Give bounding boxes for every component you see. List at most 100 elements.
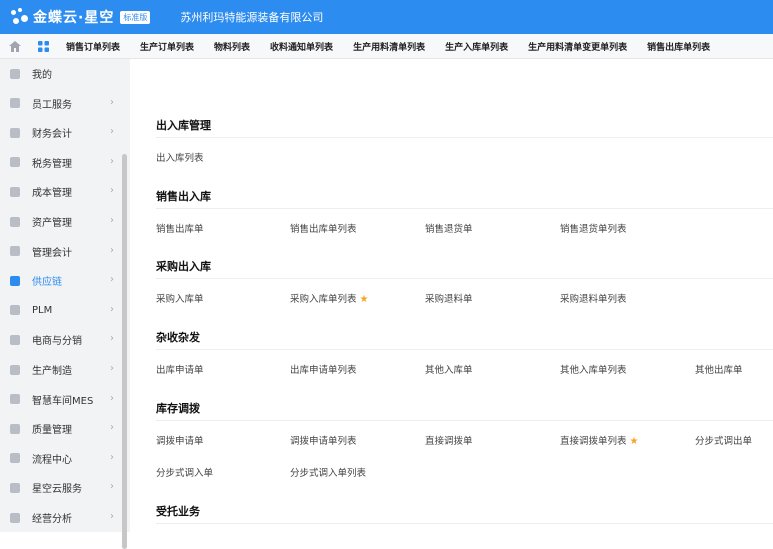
menu-link[interactable]: 出入库列表 [156,150,204,164]
sidebar-item-2[interactable]: 财务会计 › [0,118,122,147]
tab-2[interactable]: 物料列表 [204,34,260,59]
menu-link-label: 调拨申请单 [156,436,204,447]
sidebar-item-label: 流程中心 [32,454,72,466]
menu-link[interactable]: 调拨申请单 [156,433,204,447]
sidebar-item-9[interactable]: 电商与分销 › [0,325,122,354]
module-icon [10,246,20,257]
menu-link[interactable]: 分步式调出单 [695,433,752,447]
module-icon [10,127,20,138]
menu-link[interactable]: 销售退货单列表 [560,221,627,235]
menu-link[interactable]: 其他出库单 [695,362,743,376]
sidebar-item-14[interactable]: 星空云服务 › [0,473,122,502]
module-icon [10,364,20,375]
sidebar-item-10[interactable]: 生产制造 › [0,355,122,384]
menu-link-label: 分步式调入单 [156,468,214,479]
chevron-right-icon: › [110,511,114,522]
sidebar-item-7[interactable]: 供应链 › [0,266,122,295]
module-icon [10,482,20,493]
menu-link-label: 销售出库单列表 [290,224,357,235]
chevron-right-icon: › [110,392,114,404]
chevron-right-icon: › [110,333,114,345]
tab-4[interactable]: 生产用料清单列表 [343,34,435,59]
menu-link[interactable]: 出库申请单 [156,362,204,376]
top-bar: 金蝶云·星空 标准版 苏州利玛特能源装备有限公司 [0,0,773,34]
tab-0[interactable]: 销售订单列表 [56,34,130,59]
menu-link[interactable]: 直接调拨单 [425,433,473,447]
sidebar-item-label: 智慧车间MES [32,395,94,407]
menu-link-label: 其他入库单列表 [560,365,627,376]
menu-link-label: 出库申请单 [156,365,204,376]
section-title: 杂收杂发 [156,331,200,344]
brand-logo[interactable]: 金蝶云·星空 标准版 [10,7,151,27]
sidebar-item-label: 我的 [32,70,52,81]
sidebar-item-0[interactable]: 我的 [0,59,122,88]
tab-3[interactable]: 收料通知单列表 [260,34,343,59]
module-icon [10,334,20,345]
sidebar-item-label: 财务会计 [32,129,72,141]
menu-link-label: 分步式调出单 [695,436,753,447]
sidebar-item-5[interactable]: 资产管理 › [0,207,122,236]
chevron-right-icon: › [110,96,114,108]
menu-link[interactable]: 销售出库单 [156,221,204,235]
sidebar-item-label: 质量管理 [32,425,72,437]
tab-1[interactable]: 生产订单列表 [130,34,204,59]
menu-link-label: 其他入库单 [425,365,473,376]
menu-link[interactable]: 采购退料单 [425,291,473,305]
menu-link-label: 销售退货单列表 [560,224,627,235]
menu-link[interactable]: 其他入库单列表 [560,362,627,376]
sidebar-item-4[interactable]: 成本管理 › [0,177,122,206]
menu-link[interactable]: 直接调拨单列表 ★ [560,433,638,447]
chevron-right-icon: › [110,451,114,463]
module-icon [10,216,20,227]
menu-link-label: 出库申请单列表 [290,365,357,376]
sidebar-item-13[interactable]: 流程中心 › [0,444,122,473]
sidebar-item-label: PLM [32,304,53,316]
favorite-star-icon[interactable]: ★ [360,294,369,305]
sidebar: 我的 员工服务 › 财务会计 › 税务管理 › 成本管理 › 资产管理 › 管理会计 › 供应链 › PLM ›… [0,59,130,549]
module-icon [10,275,20,286]
apps-grid-icon [37,40,49,52]
menu-link[interactable]: 销售退货单 [425,221,473,235]
tab-5[interactable]: 生产入库单列表 [435,34,518,59]
sidebar-item-8[interactable]: PLM › [0,296,122,325]
chevron-right-icon: › [110,481,114,493]
menu-link-label: 出入库列表 [156,153,204,164]
menu-link[interactable]: 调拨申请单列表 [290,433,357,447]
home-tab[interactable] [0,34,30,59]
menu-link[interactable]: 出库申请单列表 [290,362,357,376]
main-content: 出入库管理 出入库列表 销售出入库 销售出库单 销售出库单列表 销售退货单 销售退货单列表采… [130,59,773,532]
menu-link[interactable]: 采购入库单列表 ★ [290,291,368,305]
sidebar-item-label: 成本管理 [32,188,72,200]
section-divider [156,208,773,209]
sidebar-item-3[interactable]: 税务管理 › [0,148,122,177]
menu-link[interactable]: 分步式调入单列表 [290,465,366,479]
sidebar-item-label: 经营分析 [32,514,72,525]
menu-link[interactable]: 采购入库单 [156,291,204,305]
section-divider [156,420,773,421]
apps-tab[interactable] [30,34,56,59]
module-icon [10,98,20,109]
chevron-right-icon: › [110,185,114,197]
tab-7[interactable]: 销售出库单列表 [637,34,720,59]
tab-6[interactable]: 生产用料清单变更单列表 [518,34,637,59]
module-icon [10,394,20,405]
sidebar-item-label: 资产管理 [32,218,72,229]
menu-link[interactable]: 采购退料单列表 [560,291,627,305]
sidebar-item-6[interactable]: 管理会计 › [0,237,122,266]
sidebar-item-label: 生产制造 [32,366,72,377]
menu-link-label: 其他出库单 [695,365,743,376]
sidebar-item-1[interactable]: 员工服务 › [0,89,122,118]
sidebar-item-11[interactable]: 智慧车间MES › [0,385,122,414]
menu-link-label: 分步式调入单列表 [290,468,367,479]
sidebar-item-12[interactable]: 质量管理 › [0,414,122,443]
module-icon [10,423,20,434]
edition-badge: 标准版 [120,10,151,24]
menu-link[interactable]: 其他入库单 [425,362,473,376]
menu-link[interactable]: 分步式调入单 [156,465,213,479]
menu-link-label: 采购入库单列表 [290,294,357,305]
sidebar-item-15[interactable]: 经营分析 › [0,503,122,532]
sidebar-scrollbar[interactable] [122,154,127,549]
menu-link[interactable]: 销售出库单列表 [290,221,357,235]
favorite-star-icon[interactable]: ★ [630,436,639,447]
company-name[interactable]: 苏州利玛特能源装备有限公司 [180,9,323,25]
